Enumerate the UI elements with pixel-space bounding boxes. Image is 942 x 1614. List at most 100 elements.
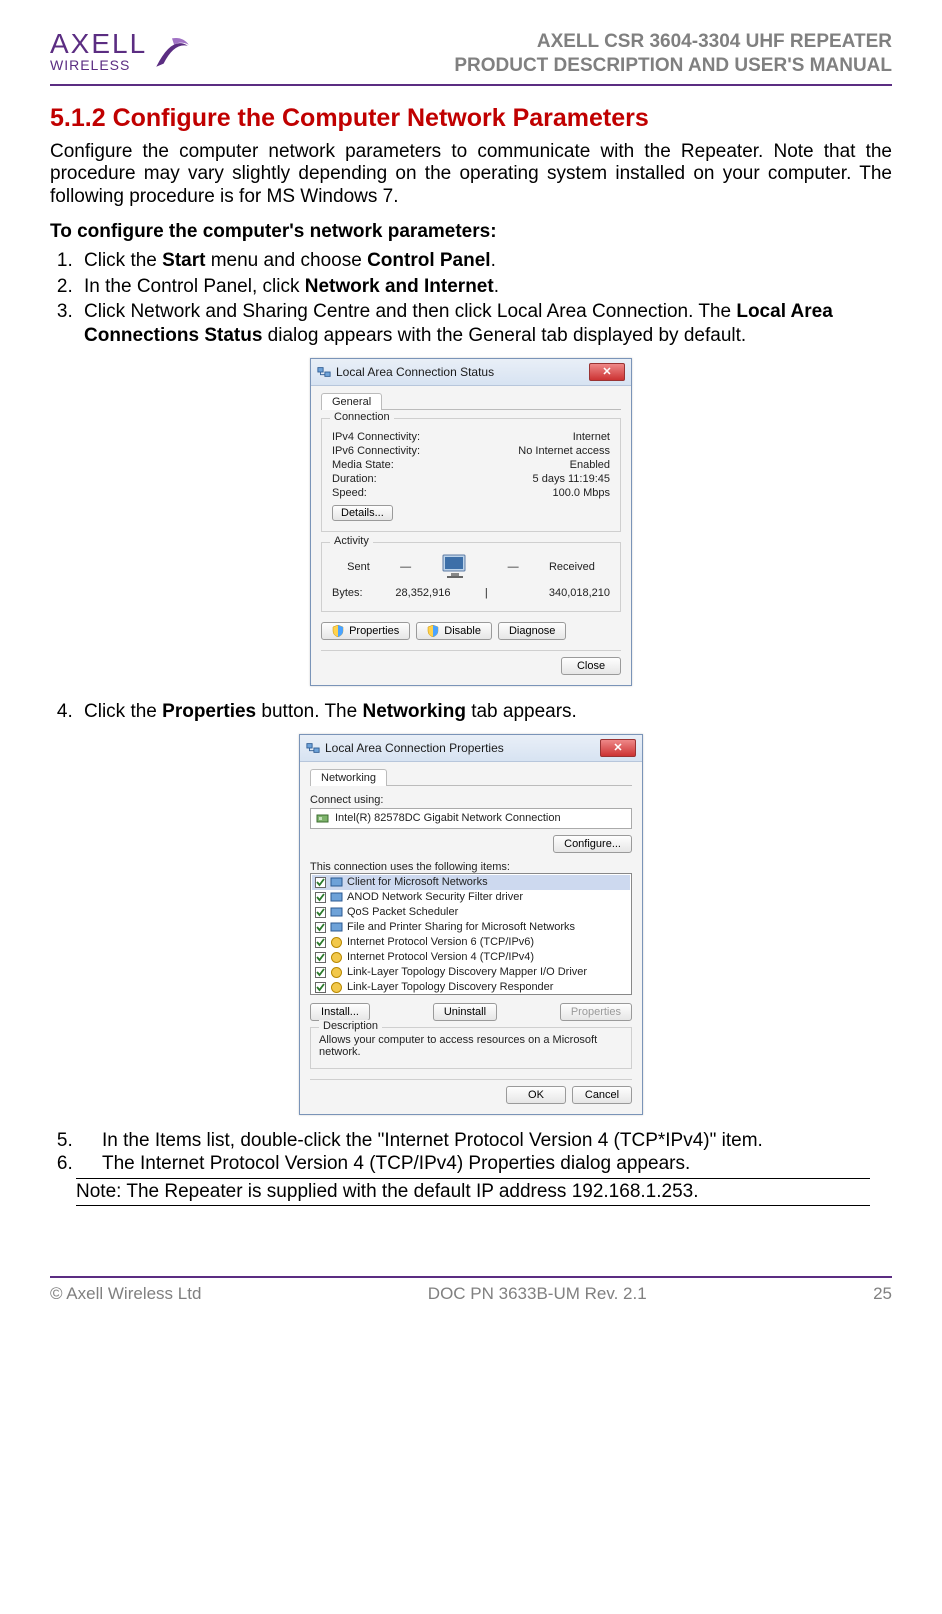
brand-name-bottom: WIRELESS — [50, 58, 147, 72]
step-1: Click the Start menu and choose Control … — [78, 249, 892, 273]
protocol-icon — [330, 936, 343, 949]
steps-list-a: Click the Start menu and choose Control … — [50, 249, 892, 348]
protocol-icon — [330, 981, 343, 994]
duration-value: 5 days 11:19:45 — [533, 473, 610, 485]
protocol-icon — [330, 966, 343, 979]
step-6: The Internet Protocol Version 4 (TCP/IPv… — [78, 1152, 892, 1176]
ok-button[interactable]: OK — [506, 1086, 566, 1104]
description-text: Allows your computer to access resources… — [319, 1034, 597, 1058]
cancel-button[interactable]: Cancel — [572, 1086, 632, 1104]
footer-docref: DOC PN 3633B-UM Rev. 2.1 — [428, 1284, 647, 1304]
diagnose-button[interactable]: Diagnose — [498, 622, 566, 640]
dialog1-title: Local Area Connection Status — [336, 365, 494, 379]
brand-name-top: AXELL — [50, 30, 147, 58]
install-button[interactable]: Install... — [310, 1003, 370, 1021]
intro-paragraph: Configure the computer network parameter… — [50, 141, 892, 209]
step-2: In the Control Panel, click Network and … — [78, 275, 892, 299]
ipv4-label: IPv4 Connectivity: — [332, 431, 420, 443]
ipv6-label: IPv6 Connectivity: — [332, 445, 420, 457]
connection-group: Connection IPv4 Connectivity:Internet IP… — [321, 418, 621, 532]
doc-title-line2: PRODUCT DESCRIPTION AND USER'S MANUAL — [454, 54, 892, 78]
adapter-name: Intel(R) 82578DC Gigabit Network Connect… — [335, 812, 561, 824]
network-icon — [306, 741, 320, 755]
page-footer: © Axell Wireless Ltd DOC PN 3633B-UM Rev… — [50, 1276, 892, 1304]
bytes-received: 340,018,210 — [489, 587, 610, 599]
note-block: Note: The Repeater is supplied with the … — [76, 1178, 870, 1206]
activity-group: Activity Sent — — Received Bytes: 28,352… — [321, 542, 621, 612]
bytes-label: Bytes: — [332, 587, 363, 599]
items-listbox[interactable]: Client for Microsoft Networks ANOD Netwo… — [310, 873, 632, 995]
tab-general[interactable]: General — [321, 393, 382, 410]
item-properties-button[interactable]: Properties — [560, 1003, 632, 1021]
footer-copyright: © Axell Wireless Ltd — [50, 1284, 201, 1304]
configure-button[interactable]: Configure... — [553, 835, 632, 853]
checkbox-icon[interactable] — [315, 982, 326, 993]
steps-list-a-cont: Click the Properties button. The Network… — [50, 700, 892, 724]
service-icon — [330, 921, 343, 934]
list-item[interactable]: File and Printer Sharing for Microsoft N… — [312, 920, 630, 935]
footer-page-number: 25 — [873, 1284, 892, 1304]
list-item[interactable]: ANOD Network Security Filter driver — [312, 890, 630, 905]
connect-using-label: Connect using: — [310, 794, 632, 806]
lan-properties-dialog: Local Area Connection Properties ✕ Netwo… — [299, 734, 643, 1115]
subheading: To configure the computer's network para… — [50, 221, 892, 243]
brand-swoosh-icon — [151, 30, 193, 77]
checkbox-icon[interactable] — [315, 922, 326, 933]
step-3: Click Network and Sharing Centre and the… — [78, 300, 892, 348]
description-group: Description Allows your computer to acce… — [310, 1027, 632, 1069]
properties-button[interactable]: Properties — [321, 622, 410, 640]
uninstall-button[interactable]: Uninstall — [433, 1003, 497, 1021]
duration-label: Duration: — [332, 473, 377, 485]
doc-title-line1: AXELL CSR 3604-3304 UHF REPEATER — [454, 30, 892, 54]
speed-label: Speed: — [332, 487, 367, 499]
client-icon — [330, 876, 343, 889]
lan-status-dialog: Local Area Connection Status ✕ General C… — [310, 358, 632, 686]
checkbox-icon[interactable] — [315, 892, 326, 903]
ipv4-value: Internet — [573, 431, 610, 443]
list-item[interactable]: Client for Microsoft Networks — [312, 875, 630, 890]
list-item[interactable]: Link-Layer Topology Discovery Mapper I/O… — [312, 965, 630, 980]
list-item[interactable]: Internet Protocol Version 4 (TCP/IPv4) — [312, 950, 630, 965]
speed-value: 100.0 Mbps — [553, 487, 610, 499]
dialog2-title: Local Area Connection Properties — [325, 741, 504, 755]
checkbox-icon[interactable] — [315, 952, 326, 963]
section-heading: 5.1.2 Configure the Computer Network Par… — [50, 104, 892, 133]
list-item[interactable]: Link-Layer Topology Discovery Responder — [312, 980, 630, 995]
service-icon — [330, 891, 343, 904]
nic-icon — [316, 812, 329, 825]
shield-icon — [332, 625, 344, 637]
tab-networking[interactable]: Networking — [310, 769, 387, 786]
step-4: Click the Properties button. The Network… — [78, 700, 892, 724]
service-icon — [330, 906, 343, 919]
section-title: Configure the Computer Network Parameter… — [113, 104, 649, 132]
protocol-icon — [330, 951, 343, 964]
adapter-field: Intel(R) 82578DC Gigabit Network Connect… — [310, 808, 632, 829]
shield-icon — [427, 625, 439, 637]
checkbox-icon[interactable] — [315, 937, 326, 948]
step-5: In the Items list, double-click the "Int… — [78, 1129, 892, 1153]
checkbox-icon[interactable] — [315, 967, 326, 978]
media-label: Media State: — [332, 459, 394, 471]
bytes-sent: 28,352,916 — [363, 587, 484, 599]
uses-items-label: This connection uses the following items… — [310, 861, 632, 873]
close-icon[interactable]: ✕ — [589, 363, 625, 381]
brand-logo: AXELL WIRELESS — [50, 30, 193, 77]
sent-label: Sent — [347, 561, 370, 573]
close-icon[interactable]: ✕ — [600, 739, 636, 757]
steps-list-b: In the Items list, double-click the "Int… — [50, 1129, 892, 1177]
details-button[interactable]: Details... — [332, 505, 393, 521]
list-item[interactable]: Internet Protocol Version 6 (TCP/IPv6) — [312, 935, 630, 950]
close-button[interactable]: Close — [561, 657, 621, 675]
dialog2-titlebar: Local Area Connection Properties ✕ — [300, 735, 642, 762]
dialog1-titlebar: Local Area Connection Status ✕ — [311, 359, 631, 386]
page-header: AXELL WIRELESS AXELL CSR 3604-3304 UHF R… — [50, 30, 892, 86]
media-value: Enabled — [570, 459, 610, 471]
network-icon — [317, 365, 331, 379]
list-item[interactable]: QoS Packet Scheduler — [312, 905, 630, 920]
disable-button[interactable]: Disable — [416, 622, 492, 640]
checkbox-icon[interactable] — [315, 907, 326, 918]
checkbox-icon[interactable] — [315, 877, 326, 888]
computer-icon — [441, 553, 477, 581]
section-number: 5.1.2 — [50, 104, 106, 132]
received-label: Received — [549, 561, 595, 573]
